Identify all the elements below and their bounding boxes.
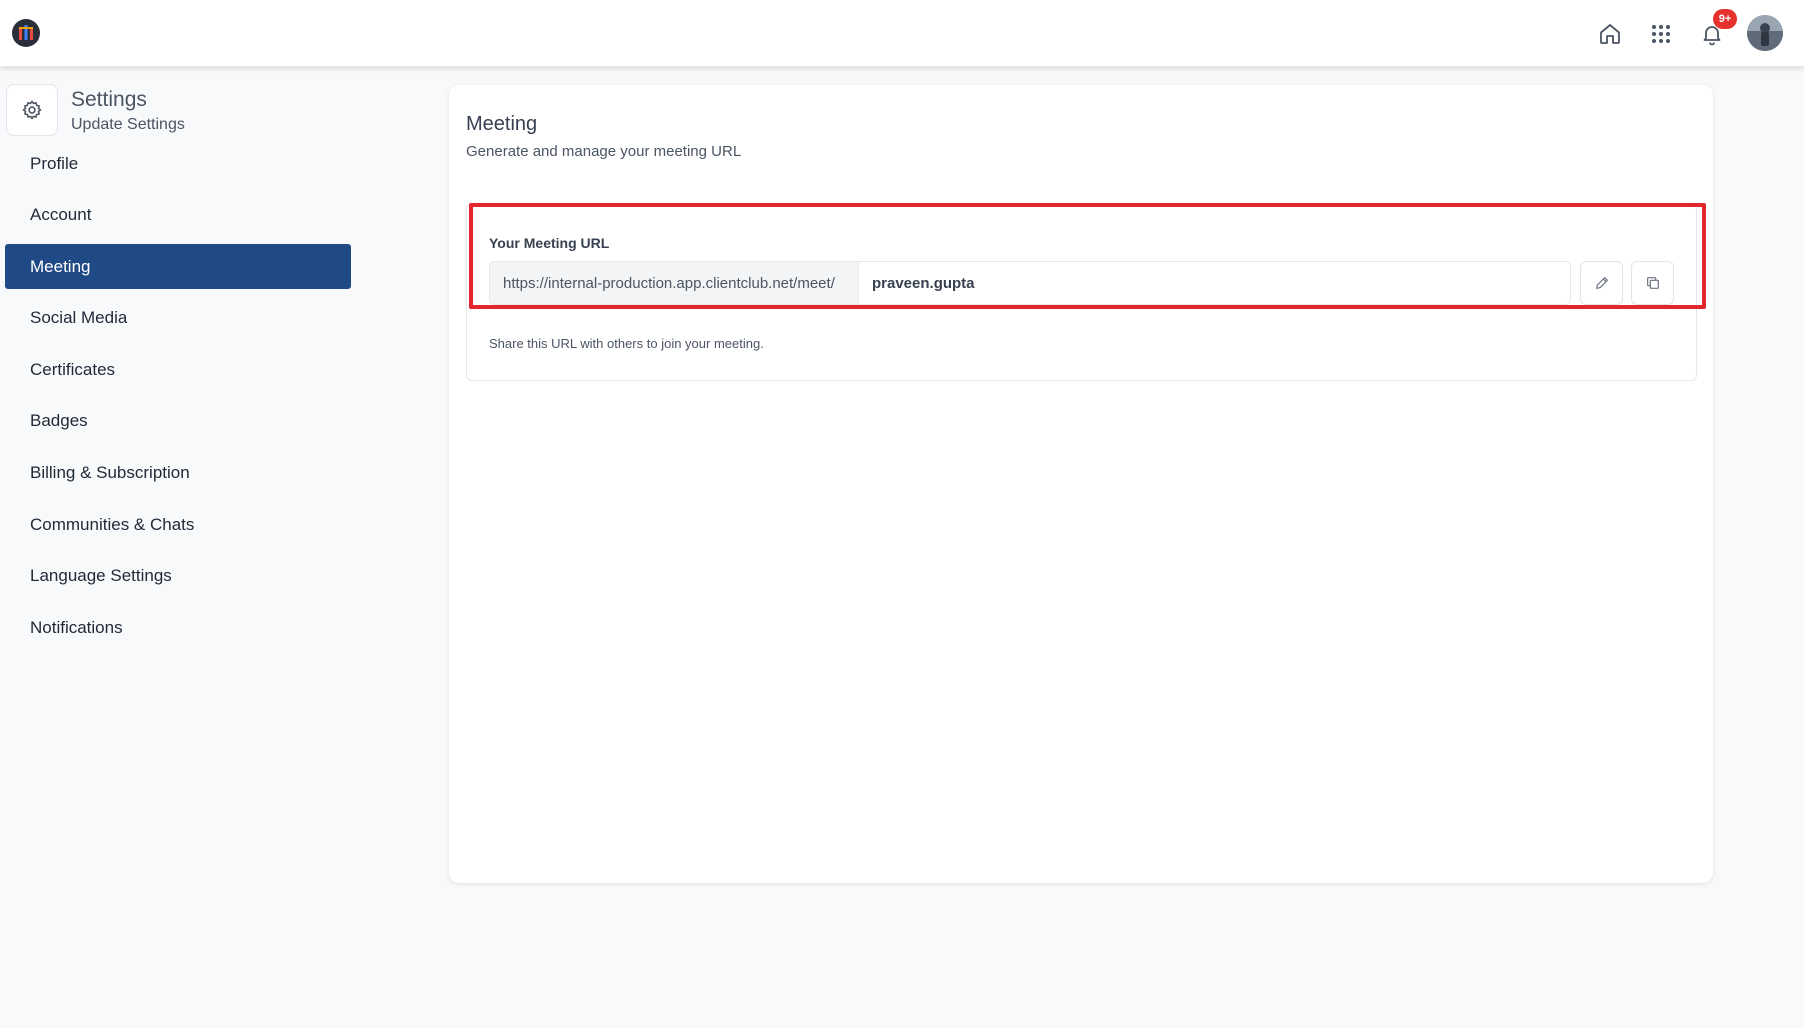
- top-bar: 9+: [0, 0, 1804, 67]
- settings-title: Settings: [71, 88, 147, 111]
- sidebar-item-account[interactable]: Account: [5, 193, 351, 238]
- meeting-url-label: Your Meeting URL: [489, 235, 610, 251]
- avatar[interactable]: [1747, 15, 1783, 51]
- meeting-url-card: Your Meeting URL https://internal-produc…: [466, 203, 1706, 381]
- home-icon[interactable]: [1594, 18, 1626, 50]
- meeting-panel: Meeting Generate and manage your meeting…: [449, 85, 1713, 883]
- sidebar-item-badges[interactable]: Badges: [5, 399, 351, 444]
- settings-gear-icon: [6, 84, 58, 136]
- sidebar-item-notifications[interactable]: Notifications: [5, 605, 351, 650]
- notification-badge: 9+: [1713, 9, 1737, 29]
- copy-url-button[interactable]: [1631, 261, 1674, 305]
- sidebar-item-social-media[interactable]: Social Media: [5, 296, 351, 341]
- pencil-icon: [1595, 277, 1608, 289]
- meeting-url-slug-input[interactable]: [859, 262, 1570, 304]
- brand-logo-icon[interactable]: [12, 19, 40, 47]
- sidebar-item-profile[interactable]: Profile: [5, 141, 351, 186]
- sidebar-item-language-settings[interactable]: Language Settings: [5, 554, 351, 599]
- meeting-url-help-text: Share this URL with others to join your …: [489, 336, 764, 351]
- sidebar-item-certificates[interactable]: Certificates: [5, 347, 351, 392]
- meeting-url-prefix: https://internal-production.app.clientcl…: [490, 262, 859, 304]
- settings-nav: Profile Account Meeting Social Media Cer…: [5, 141, 351, 657]
- sidebar-item-communities-chats[interactable]: Communities & Chats: [5, 502, 351, 547]
- edit-url-button[interactable]: [1580, 261, 1623, 305]
- sidebar-item-billing-subscription[interactable]: Billing & Subscription: [5, 451, 351, 496]
- apps-grid-icon[interactable]: [1645, 18, 1677, 50]
- settings-subtitle: Update Settings: [71, 116, 185, 133]
- sidebar-item-meeting[interactable]: Meeting: [5, 244, 351, 290]
- meeting-url-field: https://internal-production.app.clientcl…: [489, 261, 1571, 305]
- page-subtitle: Generate and manage your meeting URL: [466, 143, 742, 160]
- page-title: Meeting: [466, 113, 538, 135]
- copy-icon: [1646, 277, 1659, 289]
